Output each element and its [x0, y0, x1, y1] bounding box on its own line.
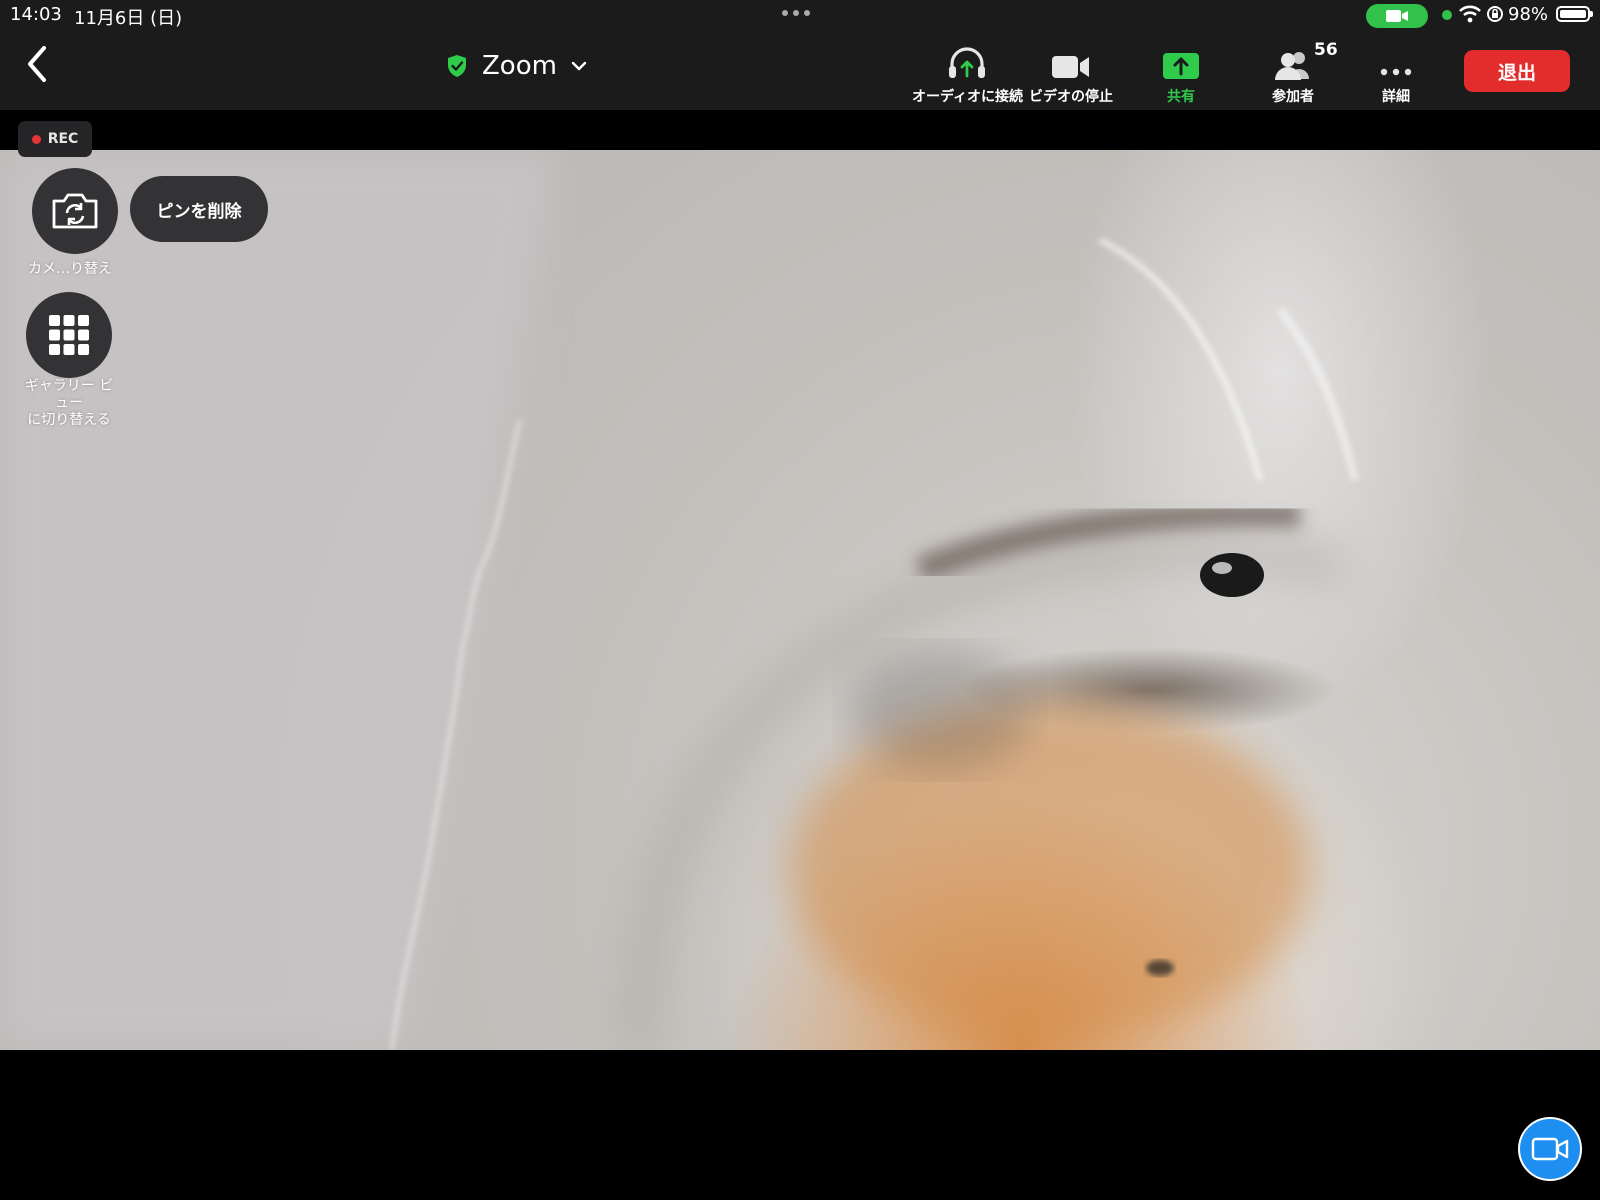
share-button[interactable]: 共有 [1126, 44, 1236, 105]
participants-label: 参加者 [1272, 89, 1314, 105]
more-dots-icon [1380, 68, 1412, 76]
multitasking-dots-icon[interactable] [782, 10, 810, 16]
chevron-down-icon [571, 61, 587, 71]
battery-icon [1556, 6, 1593, 22]
connect-audio-button[interactable]: オーディオに接続 [912, 44, 1024, 105]
unpin-button[interactable]: ピンを削除 [130, 176, 268, 242]
top-bar: 14:03 11月6日 (日) 98% Zoom オーディオに接続 ビデオの停止… [0, 0, 1600, 110]
camera-switch-icon [52, 193, 98, 229]
meeting-title: Zoom [482, 51, 557, 81]
gallery-view-label: ギャラリー ビ ュー に切り替える [4, 378, 134, 429]
shield-check-icon [448, 55, 466, 77]
share-label: 共有 [1167, 89, 1195, 105]
status-bar: 14:03 11月6日 (日) 98% [0, 0, 1600, 30]
video-camera-icon [1531, 1137, 1569, 1161]
video-frame-image [0, 150, 1359, 1050]
recording-label: REC [47, 131, 79, 147]
recording-dot-icon [31, 134, 41, 144]
privacy-indicator-icon [1442, 10, 1452, 20]
camera-in-use-icon [1366, 4, 1428, 28]
connect-audio-label: オーディオに接続 [912, 89, 1024, 105]
participants-icon [1275, 52, 1309, 80]
more-button[interactable]: 詳細 [1341, 44, 1451, 105]
recording-badge[interactable]: REC [18, 121, 92, 157]
stop-video-button[interactable]: ビデオの停止 [1016, 44, 1126, 105]
share-arrow-icon [1163, 53, 1199, 79]
leave-button[interactable]: 退出 [1464, 50, 1570, 92]
headphones-icon [949, 47, 985, 78]
back-button[interactable] [20, 44, 56, 84]
gallery-view-label-line2: ュー [55, 395, 83, 411]
status-time: 14:03 [10, 4, 62, 25]
stop-video-label: ビデオの停止 [1029, 89, 1113, 105]
status-date: 11月6日 (日) [74, 8, 183, 29]
gallery-view-button[interactable] [26, 292, 112, 378]
wifi-icon [1459, 5, 1481, 23]
grid-icon [49, 315, 89, 355]
rotation-lock-icon [1487, 6, 1503, 22]
video-camera-icon [1052, 56, 1089, 78]
video-feed[interactable] [0, 150, 1600, 1050]
more-label: 詳細 [1382, 89, 1410, 105]
floating-video-button[interactable] [1518, 1117, 1582, 1181]
chevron-left-icon [28, 46, 46, 82]
switch-camera-button[interactable] [32, 168, 118, 254]
gallery-view-label-line1: ギャラリー ビ [24, 378, 114, 394]
participants-count: 56 [1314, 40, 1338, 60]
switch-camera-label: カメ…り替え [28, 261, 112, 277]
meeting-title-button[interactable]: Zoom [446, 46, 587, 86]
gallery-view-label-line3: に切り替える [27, 412, 111, 428]
battery-percentage: 98% [1508, 4, 1549, 25]
